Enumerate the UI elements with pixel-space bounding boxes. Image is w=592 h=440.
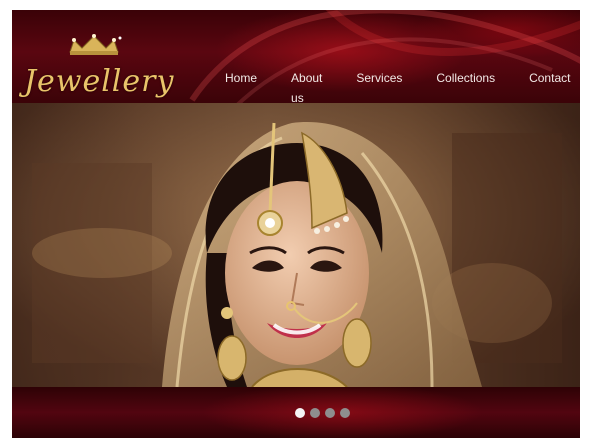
crown-icon: [69, 34, 122, 55]
website-frame: Jewellery Home About us Services Collect…: [12, 10, 580, 438]
slider-control-bar: [12, 387, 580, 438]
slider-dot-2[interactable]: [310, 408, 320, 418]
slider-dot-3[interactable]: [325, 408, 335, 418]
logo-text: Jewellery: [24, 64, 175, 99]
bride-photo-illustration: [12, 103, 580, 387]
slider-dot-1[interactable]: [295, 408, 305, 418]
main-nav: Home About us Services Collections Conta…: [208, 68, 580, 105]
site-logo[interactable]: Jewellery: [16, 34, 173, 100]
site-header: Jewellery Home About us Services Collect…: [12, 10, 580, 110]
slider-dot-4[interactable]: [340, 408, 350, 418]
nav-item-about-us[interactable]: About us: [274, 68, 339, 105]
slider-pagination: [295, 408, 350, 418]
nav-item-collections[interactable]: Collections: [419, 68, 512, 88]
header-swirl-decoration: [189, 10, 580, 110]
nav-item-services[interactable]: Services: [339, 68, 419, 88]
hero-slider-image: [12, 103, 580, 387]
nav-item-contact[interactable]: Contact: [512, 68, 580, 88]
nav-item-home[interactable]: Home: [208, 68, 274, 88]
